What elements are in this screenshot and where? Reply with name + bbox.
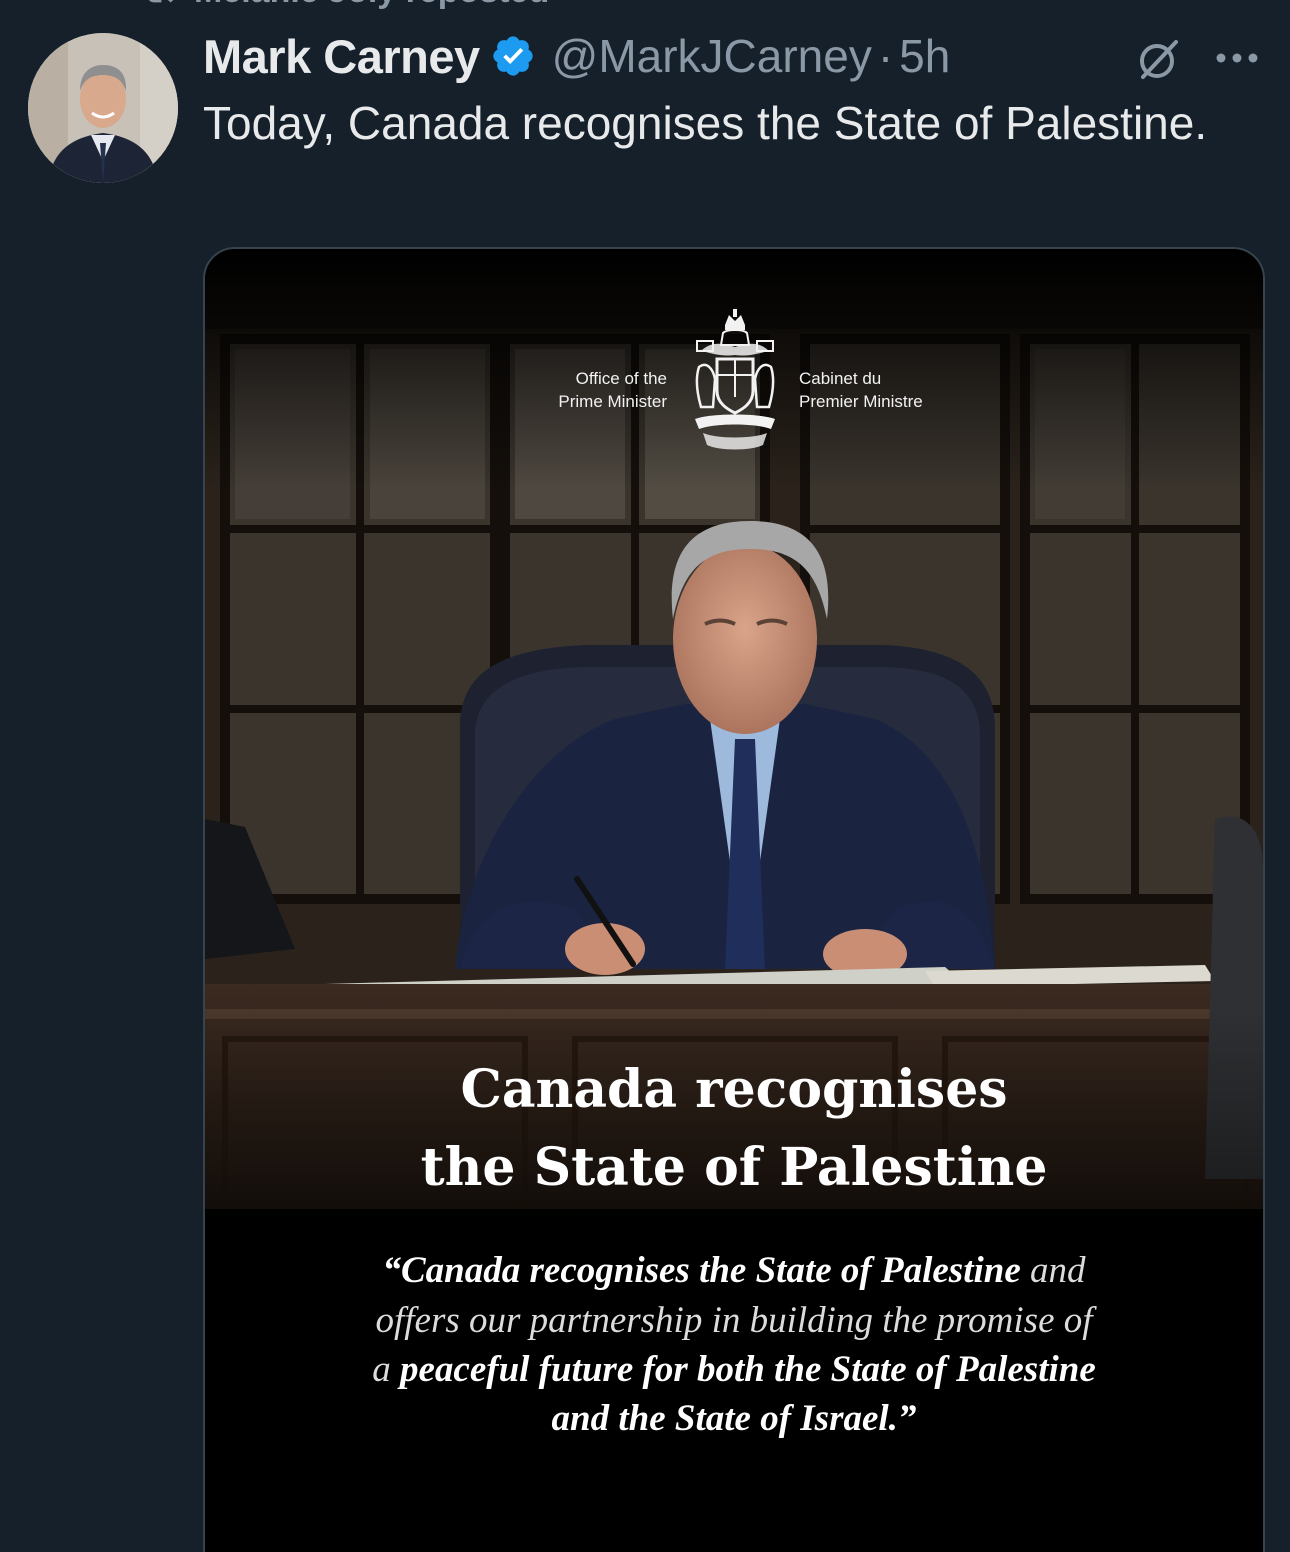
verified-badge-icon: [492, 36, 533, 76]
image-headline-line2: the State of Palestine: [420, 1137, 1048, 1198]
tweet-media-image[interactable]: Office of the Prime Minister Cabinet du …: [203, 247, 1265, 1552]
avatar-photo: [28, 33, 178, 183]
more-options-icon[interactable]: [1212, 48, 1262, 68]
tweet-header: Mark Carney @MarkJCarney · 5h: [203, 26, 950, 86]
tweet-timestamp[interactable]: 5h: [899, 29, 950, 83]
office-label-french: Cabinet du Premier Ministre: [799, 369, 923, 411]
image-headline-line1: Canada recognises: [460, 1059, 1008, 1120]
tweet-text: Today, Canada recognises the State of Pa…: [203, 97, 1208, 149]
office-label-english: Office of the Prime Minister: [558, 369, 667, 411]
image-quote-line1: “Canada recognises the State of Palestin…: [382, 1250, 1086, 1291]
user-handle[interactable]: @MarkJCarney: [552, 29, 872, 83]
grok-icon[interactable]: [1134, 34, 1184, 84]
coat-of-arms-icon: [695, 309, 775, 450]
separator-dot: ·: [877, 30, 894, 82]
image-quote-line4: and the State of Israel.”: [551, 1398, 917, 1439]
repost-indicator[interactable]: Mélanie Joly reposted: [140, 0, 549, 11]
image-quote-line2: offers our partnership in building the p…: [375, 1300, 1093, 1341]
display-name[interactable]: Mark Carney: [203, 29, 480, 84]
repost-icon: [149, 0, 174, 3]
avatar[interactable]: [28, 33, 178, 183]
repost-label: Mélanie Joly reposted: [194, 0, 549, 11]
tweet-page: Mélanie Joly reposted Mark Carney @MarkJ…: [0, 0, 1290, 1552]
image-quote-line3: a peaceful future for both the State of …: [372, 1349, 1096, 1390]
